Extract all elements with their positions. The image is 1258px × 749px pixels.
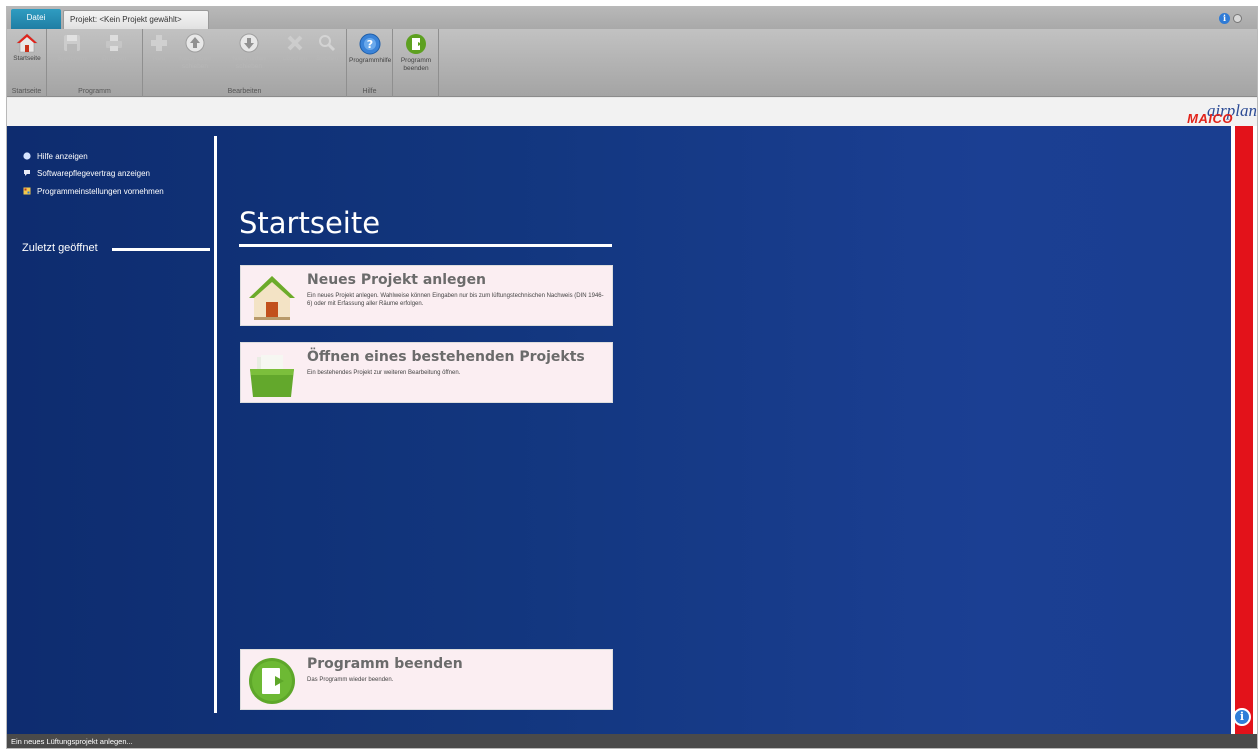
save-button[interactable]: Speichern xyxy=(53,33,91,63)
exit-icon xyxy=(249,658,295,704)
status-bar: Ein neues Lüftungsprojekt anlegen... xyxy=(7,734,1257,748)
ribbon-group-programm: Speichern Drucken Programm xyxy=(47,29,143,97)
help-circle-icon xyxy=(23,152,31,160)
exit-program-label-2: beenden xyxy=(403,65,429,72)
sidebar-link-label: Programmeinstellungen vornehmen xyxy=(37,187,164,196)
move-up-label-2: schieben xyxy=(181,63,209,70)
move-up-label-1: Nach oben xyxy=(179,55,211,62)
delete-button-label: Löschen xyxy=(282,55,308,62)
new-button[interactable]: Neu xyxy=(147,33,171,63)
tab-strip: Datei Projekt: <Kein Projekt gewählt> i xyxy=(7,7,1257,29)
info-icon[interactable]: i xyxy=(1219,13,1230,24)
circle-icon[interactable] xyxy=(1233,14,1242,23)
ribbon-group-label: Bearbeiten xyxy=(227,88,262,95)
divider xyxy=(112,248,210,251)
card-description: Ein bestehendes Projekt zur weiteren Bea… xyxy=(307,370,461,376)
home-icon xyxy=(16,33,38,53)
search-button[interactable]: Suchen xyxy=(313,33,341,63)
settings-icon xyxy=(23,187,31,195)
search-button-label: Suchen xyxy=(315,55,339,62)
program-help-button[interactable]: ? Programmhilfe xyxy=(349,33,391,65)
magnifier-icon xyxy=(319,35,336,52)
new-button-label: Neu xyxy=(153,55,165,62)
recent-files-heading: Zuletzt geöffnet xyxy=(22,242,98,254)
exit-program-card[interactable]: Programm beenden Das Programm wieder bee… xyxy=(240,649,613,710)
help-icon: ? xyxy=(359,33,381,55)
exit-program-label-1: Programm xyxy=(400,57,432,64)
tab-file[interactable]: Datei xyxy=(11,9,61,29)
save-icon xyxy=(64,35,80,51)
folder-icon xyxy=(250,355,294,397)
plus-icon xyxy=(151,35,167,51)
startseite-button-label: Startseite xyxy=(13,55,41,62)
delete-x-icon xyxy=(287,35,303,51)
brand-logo: MAICO xyxy=(1187,111,1233,126)
tab-project[interactable]: Projekt: <Kein Projekt gewählt> xyxy=(63,10,209,29)
red-stripe xyxy=(1235,126,1253,734)
print-button[interactable]: Drucken xyxy=(95,33,133,63)
exit-door-icon xyxy=(406,34,426,54)
startseite-button[interactable]: Startseite xyxy=(9,33,45,63)
open-project-card[interactable]: Öffnen eines bestehenden Projekts Ein be… xyxy=(240,342,613,403)
ribbon-group-beenden: Programm beenden xyxy=(393,29,439,97)
divider xyxy=(239,244,612,247)
delete-button[interactable]: Löschen xyxy=(281,33,309,63)
ribbon-group-startseite: Startseite Startseite xyxy=(7,29,47,97)
ribbon-group-label: Programm xyxy=(78,88,111,95)
program-help-label: Programmhilfe xyxy=(349,57,392,64)
ribbon-group-label: Hilfe xyxy=(362,88,377,95)
ribbon-group-bearbeiten: Neu Nach oben schieben Nach unten schieb… xyxy=(143,29,347,97)
new-project-card[interactable]: Neues Projekt anlegen Ein neues Projekt … xyxy=(240,265,613,326)
ribbon-group-label: Startseite xyxy=(11,88,42,95)
sidebar-link-label: Softwarepflegevertrag anzeigen xyxy=(37,169,150,178)
page-title: Startseite xyxy=(239,206,381,240)
start-page: Hilfe anzeigen Softwarepflegevertrag anz… xyxy=(7,126,1231,734)
speech-bubble-icon xyxy=(24,170,30,176)
exit-program-button[interactable]: Programm beenden xyxy=(395,33,437,73)
save-button-label: Speichern xyxy=(57,55,87,62)
logo-bar: airplan MAICO xyxy=(7,98,1257,126)
arrow-up-icon xyxy=(185,33,205,53)
arrow-down-icon xyxy=(239,33,259,53)
svg-text:?: ? xyxy=(367,38,373,51)
card-title: Neues Projekt anlegen xyxy=(307,272,487,288)
sidebar-link-settings[interactable]: Programmeinstellungen vornehmen xyxy=(23,187,164,201)
status-text: Ein neues Lüftungsprojekt anlegen... xyxy=(11,737,133,746)
card-description: Ein neues Projekt anlegen. Wahlweise kön… xyxy=(307,293,604,307)
divider xyxy=(214,136,217,713)
app-window: Datei Projekt: <Kein Projekt gewählt> i … xyxy=(6,6,1258,749)
card-description: Das Programm wieder beenden. xyxy=(307,677,394,683)
sidebar-link-help[interactable]: Hilfe anzeigen xyxy=(23,152,88,166)
card-title: Programm beenden xyxy=(307,656,463,672)
accent-bar xyxy=(1231,126,1257,734)
ribbon-group-hilfe: ? Programmhilfe Hilfe xyxy=(347,29,393,97)
move-down-button[interactable]: Nach unten schieben xyxy=(227,33,271,71)
sidebar-link-maintenance-contract[interactable]: Softwarepflegevertrag anzeigen xyxy=(23,169,150,183)
printer-icon xyxy=(106,35,122,51)
house-icon xyxy=(249,276,295,320)
ribbon: Startseite Startseite Speichern Drucken … xyxy=(7,29,1257,97)
card-title: Öffnen eines bestehenden Projekts xyxy=(307,349,585,365)
print-button-label: Drucken xyxy=(101,55,127,62)
info-icon[interactable]: i xyxy=(1233,708,1251,726)
move-up-button[interactable]: Nach oben schieben xyxy=(173,33,217,71)
move-down-label-2: schieben xyxy=(235,63,263,70)
move-down-label-1: Nach unten xyxy=(232,55,266,62)
sidebar-link-label: Hilfe anzeigen xyxy=(37,152,88,161)
